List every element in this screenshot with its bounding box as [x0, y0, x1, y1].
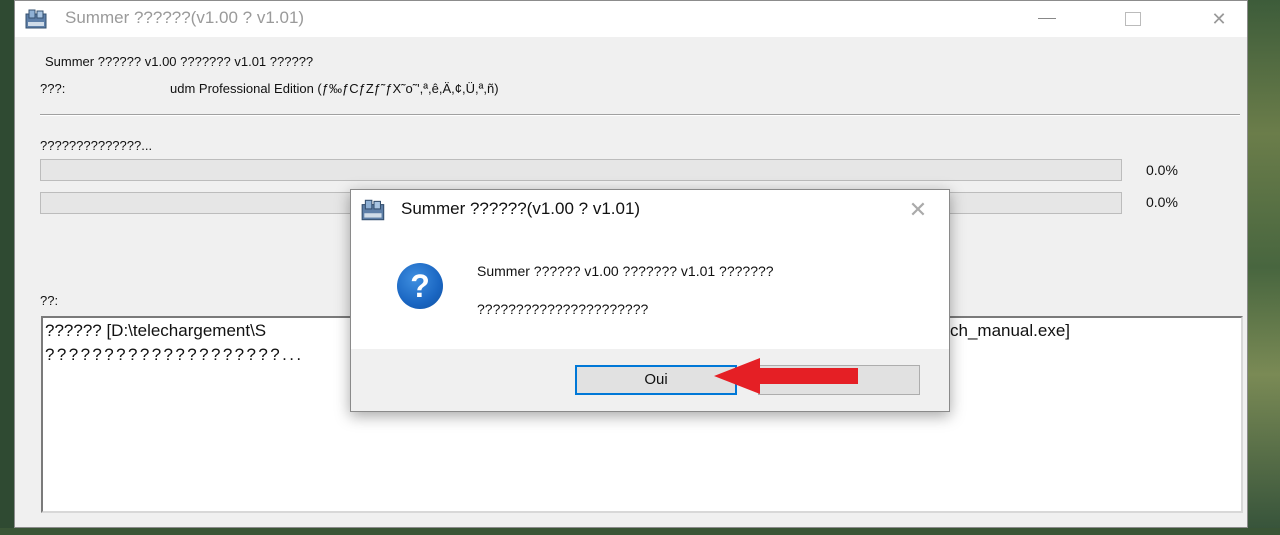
progress-percent-2: 0.0%: [1146, 194, 1178, 210]
close-icon: ✕: [908, 197, 928, 222]
confirm-dialog: Summer ??????(v1.00 ? v1.01) ✕ ? Summer …: [350, 189, 950, 412]
maximize-button[interactable]: [1109, 1, 1155, 37]
window-title: Summer ??????(v1.00 ? v1.01): [65, 8, 305, 27]
log-line-2: ????????????????????...: [45, 345, 304, 364]
log-line-1-tail: ch_manual.exe]: [950, 321, 1071, 340]
progress-label: ??????????????...: [40, 138, 153, 153]
progress-percent-1: 0.0%: [1146, 162, 1178, 178]
app-icon: [25, 9, 47, 29]
close-icon: ✕: [1211, 9, 1227, 29]
main-titlebar[interactable]: Summer ??????(v1.00 ? v1.01) ✕: [15, 1, 1247, 37]
red-arrow-annotation: [714, 358, 858, 394]
maximize-icon: [1125, 12, 1141, 26]
update-description: Summer ?????? v1.00 ??????? v1.01 ??????: [45, 54, 314, 69]
minimize-icon: [1038, 18, 1056, 19]
log-line-1: ?????? [D:\telechargement\S: [45, 321, 267, 340]
dialog-message-line2: ??????????????????????: [477, 301, 649, 317]
product-value: udm Professional Edition (ƒ‰ƒCƒZƒ˜ƒX˜o˜'…: [170, 81, 499, 96]
separator: [40, 114, 1240, 116]
progress-bar-1: [40, 159, 1122, 181]
desktop-background: [1248, 0, 1280, 535]
close-button[interactable]: ✕: [1196, 1, 1242, 37]
desktop-background-bottom: [0, 528, 1280, 535]
minimize-button[interactable]: [1022, 1, 1068, 37]
product-label: ???:: [40, 81, 66, 96]
dialog-title: Summer ??????(v1.00 ? v1.01): [401, 199, 641, 218]
question-icon: ?: [397, 263, 443, 309]
log-label: ??:: [40, 293, 59, 308]
dialog-close-button[interactable]: ✕: [904, 196, 932, 224]
dialog-message-line1: Summer ?????? v1.00 ??????? v1.01 ??????…: [477, 263, 774, 279]
dialog-app-icon: [361, 199, 385, 221]
